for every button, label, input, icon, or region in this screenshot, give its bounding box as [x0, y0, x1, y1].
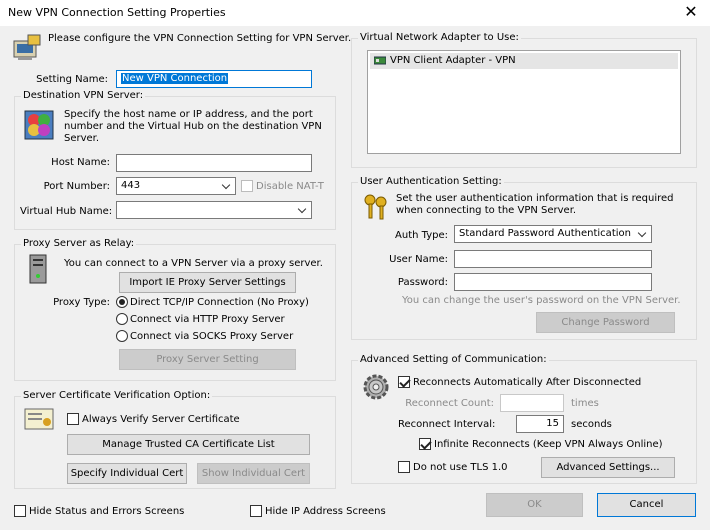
times-label: times — [571, 398, 599, 409]
auth-type-select[interactable]: Standard Password Authentication — [454, 225, 652, 243]
proxy-description: You can connect to a VPN Server via a pr… — [64, 258, 323, 269]
proxy-socks-label: Connect via SOCKS Proxy Server — [130, 331, 294, 342]
host-name-input[interactable] — [116, 154, 312, 172]
proxy-direct-radio[interactable] — [116, 296, 128, 308]
proxy-type-label: Proxy Type: — [53, 297, 110, 308]
adapter-group-title: Virtual Network Adapter to Use: — [358, 32, 521, 43]
infinite-reconnects-label: Infinite Reconnects (Keep VPN Always Onl… — [434, 439, 663, 450]
no-tls-label: Do not use TLS 1.0 — [413, 462, 508, 473]
hide-status-label: Hide Status and Errors Screens — [29, 506, 185, 517]
proxy-socks-radio[interactable] — [116, 330, 128, 342]
hide-ip-checkbox[interactable] — [250, 505, 262, 517]
change-password-hint: You can change the user's password on th… — [402, 295, 681, 306]
always-verify-label: Always Verify Server Certificate — [82, 414, 240, 425]
reconnect-auto-label: Reconnects Automatically After Disconnec… — [413, 377, 642, 388]
auth-description: Set the user authentication information … — [396, 193, 674, 216]
certificate-icon — [24, 408, 54, 430]
computer-settings-icon — [13, 34, 41, 60]
password-input[interactable] — [454, 273, 652, 291]
reconnect-interval-label: Reconnect Interval: — [398, 419, 496, 430]
advanced-group-title: Advanced Setting of Communication: — [358, 354, 549, 365]
always-verify-checkbox[interactable] — [67, 413, 79, 425]
proxy-server-setting-button[interactable]: Proxy Server Setting — [119, 349, 296, 370]
proxy-direct-label: Direct TCP/IP Connection (No Proxy) — [130, 297, 309, 308]
disable-nat-label: Disable NAT-T — [256, 181, 324, 192]
keys-icon — [364, 194, 387, 220]
port-number-select[interactable]: 443 — [116, 177, 236, 195]
window-title: New VPN Connection Setting Properties — [8, 6, 226, 19]
hide-ip-label: Hide IP Address Screens — [265, 506, 386, 517]
user-name-input[interactable] — [454, 250, 652, 268]
user-name-label: User Name: — [389, 254, 448, 265]
adapter-item-label: VPN Client Adapter - VPN — [390, 55, 516, 66]
specify-cert-button[interactable]: Specify Individual Cert — [67, 463, 187, 484]
server-tower-icon — [29, 254, 47, 284]
infinite-reconnects-checkbox[interactable] — [419, 438, 431, 450]
reconnect-count-input[interactable] — [500, 394, 564, 412]
hide-status-checkbox[interactable] — [14, 505, 26, 517]
password-label: Password: — [397, 277, 448, 288]
auth-group-title: User Authentication Setting: — [358, 176, 504, 187]
reconnect-interval-input[interactable]: 15 — [516, 415, 564, 433]
port-number-label: Port Number: — [43, 181, 110, 192]
reconnect-count-label: Reconnect Count: — [405, 398, 494, 409]
host-name-label: Host Name: — [51, 157, 110, 168]
intro-text: Please configure the VPN Connection Sett… — [48, 33, 352, 44]
advanced-settings-button[interactable]: Advanced Settings... — [541, 457, 675, 478]
destination-group-title: Destination VPN Server: — [21, 90, 146, 101]
cancel-button[interactable]: Cancel — [597, 493, 696, 517]
cert-group-title: Server Certificate Verification Option: — [21, 390, 213, 401]
adapter-listbox[interactable]: VPN Client Adapter - VPN — [367, 50, 681, 154]
virtual-hub-label: Virtual Hub Name: — [20, 206, 113, 217]
show-cert-button[interactable]: Show Individual Cert — [197, 463, 310, 484]
disable-nat-checkbox[interactable] — [241, 180, 253, 192]
title-bar: New VPN Connection Setting Properties ✕ — [0, 0, 710, 26]
import-ie-proxy-button[interactable]: Import IE Proxy Server Settings — [119, 272, 296, 293]
change-password-button[interactable]: Change Password — [536, 312, 675, 333]
network-adapter-icon — [374, 56, 386, 65]
server-network-icon — [24, 110, 54, 140]
ok-button[interactable]: OK — [486, 493, 583, 517]
seconds-label: seconds — [571, 419, 612, 430]
proxy-group-title: Proxy Server as Relay: — [21, 238, 137, 249]
proxy-http-radio[interactable] — [116, 313, 128, 325]
no-tls-checkbox[interactable] — [398, 461, 410, 473]
virtual-hub-select[interactable] — [116, 201, 312, 219]
gear-icon — [363, 374, 389, 400]
close-icon[interactable]: ✕ — [680, 2, 702, 22]
setting-name-input[interactable]: New VPN Connection — [116, 70, 312, 88]
auth-type-label: Auth Type: — [395, 230, 448, 241]
reconnect-auto-checkbox[interactable] — [398, 376, 410, 388]
adapter-list-item[interactable]: VPN Client Adapter - VPN — [370, 53, 678, 69]
manage-ca-button[interactable]: Manage Trusted CA Certificate List — [67, 434, 310, 455]
proxy-http-label: Connect via HTTP Proxy Server — [130, 314, 285, 325]
destination-description: Specify the host name or IP address, and… — [64, 109, 322, 144]
